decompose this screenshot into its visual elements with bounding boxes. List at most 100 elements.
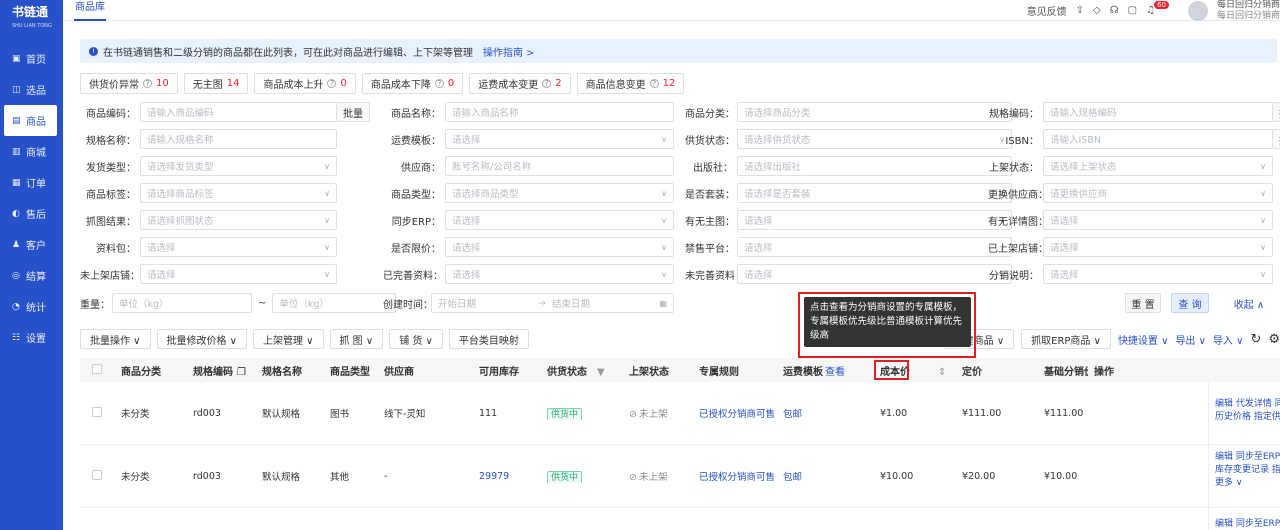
chip-count: 2	[555, 78, 562, 89]
filter-select[interactable]: 请选择上架状态 ∨	[1043, 156, 1273, 176]
reset-button[interactable]: 重 置	[1125, 293, 1161, 313]
filter-select[interactable]: 请选择商品标签 ∨	[140, 183, 337, 203]
row-checkbox[interactable]	[92, 406, 102, 417]
filter-input[interactable]: 请输入ISBN	[1043, 129, 1273, 149]
filter-select[interactable]: 请选择商品类型 ∨	[445, 183, 674, 203]
operation-links[interactable]: 编辑 代发详情 同步至ERP	[1209, 398, 1280, 411]
query-button[interactable]: 查 询	[1171, 293, 1209, 313]
filter-select[interactable]: 请选择商品分类 ∨	[737, 102, 1012, 122]
cell-value[interactable]: 包邮	[783, 472, 802, 483]
filter-select[interactable]: 请选择供货状态 ∨	[737, 129, 1012, 149]
filter-select[interactable]: 请选择 ∨	[1043, 210, 1273, 230]
sidebar-item-5[interactable]: ◐ 售后	[0, 198, 63, 229]
filter-select[interactable]: 请选择 ∨	[737, 210, 1012, 230]
cell-value[interactable]: 已授权分销商可售	[699, 409, 775, 420]
placeholder: 请选择	[1050, 243, 1079, 254]
bulk-button[interactable]: 批量	[1273, 102, 1280, 122]
filter-chip[interactable]: 运费成本变更? 2	[469, 73, 571, 94]
operation-links[interactable]: 历史价格 指定供应商 更多 ∨	[1209, 411, 1280, 424]
cell-value: 默认规格	[262, 409, 301, 420]
sidebar-item-4[interactable]: ▦ 订单	[0, 167, 63, 198]
sidebar-item-9[interactable]: ☷ 设置	[0, 322, 63, 353]
tab-product-library[interactable]: 商品库	[74, 0, 106, 21]
sort-icon[interactable]: ⇕	[938, 367, 946, 378]
filter-input[interactable]: 请输入规格编码	[1043, 102, 1273, 122]
filter-input[interactable]: 请输入商品编码	[140, 102, 337, 122]
toolbar-button[interactable]: 上架管理 ∨	[253, 329, 324, 349]
operation-links[interactable]: 库存变更记录 指定供应商	[1209, 464, 1280, 477]
weight-to-input[interactable]: 单位（kg）	[272, 293, 397, 313]
sidebar-item-0[interactable]: ▣ 首页	[0, 43, 63, 74]
filter-select[interactable]: 请选择抓图状态 ∨	[140, 210, 337, 230]
filter-input[interactable]: 请输入规格名称	[140, 129, 337, 149]
filter-select[interactable]: 请选择 ∨	[1043, 237, 1273, 257]
filter-select[interactable]: 请选择 ∨	[737, 264, 1012, 284]
sidebar-item-6[interactable]: ♟ 客户	[0, 229, 63, 260]
cell-value: 未上架	[638, 472, 668, 483]
filter-select[interactable]: 请选择 ∨	[1043, 264, 1273, 284]
refresh-icon[interactable]: ↻	[1250, 332, 1261, 347]
collapse-link[interactable]: 收起 ∧	[1227, 293, 1271, 313]
guide-link[interactable]: 操作指南 >	[483, 44, 535, 59]
view-template-link[interactable]: 查看	[825, 367, 845, 378]
sidebar-item-1[interactable]: ◫ 选品	[0, 74, 63, 105]
toolbar-button[interactable]: 抓 图 ∨	[329, 329, 384, 349]
filter-chip[interactable]: 商品成本下降? 0	[361, 73, 464, 94]
copy-icon[interactable]: ❐	[237, 367, 246, 378]
sidebar-item-7[interactable]: ◎ 结算	[0, 260, 63, 291]
sidebar-item-8[interactable]: ◔ 统计	[0, 291, 63, 322]
filter-select[interactable]: 请选择是否套装 ∨	[737, 183, 1012, 203]
filter-select[interactable]: 请选择发货类型 ∨	[140, 156, 337, 176]
sidebar-item-label: 设置	[26, 334, 46, 345]
toolbar-button[interactable]: 铺 货 ∨	[389, 329, 443, 349]
filter-select[interactable]: 请选择 ∨	[445, 210, 674, 230]
filter-select[interactable]: 请选择 ∨	[445, 264, 674, 284]
cell-value[interactable]: 已授权分销商可售	[699, 472, 775, 483]
bulk-button[interactable]: 批量	[1273, 129, 1280, 149]
sidebar-item-3[interactable]: ▥ 商城	[0, 136, 63, 167]
weight-from-input[interactable]: 单位（kg）	[112, 293, 252, 313]
nav-icon: ▥	[12, 146, 21, 157]
filter-select[interactable]: 请选择出版社 ∨	[737, 156, 1012, 176]
headset-icon[interactable]: ☊	[1110, 5, 1119, 16]
filter-input[interactable]: 账号名称/公司名称	[445, 156, 674, 176]
fetch-erp-button[interactable]: 抓取ERP商品 ∨	[1021, 329, 1111, 349]
feedback-link[interactable]: 意见反馈	[1027, 3, 1067, 18]
filter-icon[interactable]: ▼	[597, 367, 605, 378]
export-link[interactable]: 导出 ∨	[1175, 332, 1206, 347]
filter-select[interactable]: 请选择 ∨	[140, 264, 337, 284]
avatar[interactable]	[1187, 0, 1208, 21]
select-all-checkbox[interactable]	[92, 363, 102, 374]
filter-chip[interactable]: 商品信息变更? 12	[576, 73, 685, 94]
operations-cell: 编辑 代发详情 同步至ERP历史价格 指定供应商 更多 ∨	[1208, 382, 1280, 444]
placeholder: 请更换供应商	[1050, 189, 1108, 200]
operation-links[interactable]: 编辑 同步至ERP 历史价格	[1209, 451, 1280, 464]
gear-icon[interactable]: ⚙	[1268, 332, 1280, 347]
filter-chip[interactable]: 无主图 14	[183, 73, 249, 94]
cell-value[interactable]: 29979	[479, 471, 509, 482]
toolbar-button[interactable]: 批量操作 ∨	[80, 329, 151, 349]
filter-chip[interactable]: 商品成本上升? 0	[254, 73, 356, 94]
filter-select[interactable]: 请选择 ∨	[445, 129, 674, 149]
filter-select[interactable]: 请选择 ∨	[445, 237, 674, 257]
filter-select[interactable]: 请选择 ∨	[140, 237, 337, 257]
filter-select[interactable]: 请更换供应商 ∨	[1043, 183, 1273, 203]
filter-select[interactable]: 请选择 ∨	[737, 237, 1012, 257]
quick-settings-link[interactable]: 快捷设置 ∨	[1118, 332, 1169, 347]
document-icon[interactable]: ▢	[1128, 5, 1137, 16]
date-range-input[interactable]: 开始日期 → 结束日期 ▦	[431, 293, 674, 313]
bulk-button[interactable]: 批量	[337, 102, 370, 122]
filter-input[interactable]: 请输入商品名称	[445, 102, 674, 122]
filter-chip[interactable]: 供货价异常? 10	[80, 73, 178, 94]
operation-links[interactable]: 更多 ∨	[1209, 477, 1280, 490]
tag-icon[interactable]: ◇	[1093, 5, 1101, 16]
cell-value[interactable]: 包邮	[783, 409, 802, 420]
operation-links[interactable]: 编辑 同步至ERP 历史价格	[1209, 516, 1280, 529]
row-checkbox[interactable]	[92, 469, 102, 480]
cell-value: 图书	[330, 409, 350, 420]
toolbar-button[interactable]: 平台类目映射	[448, 329, 529, 349]
import-link[interactable]: 导入 ∨	[1213, 332, 1244, 347]
upload-icon[interactable]: ⇪	[1076, 5, 1084, 16]
toolbar-button[interactable]: 批量修改价格 ∨	[156, 329, 247, 349]
sidebar-item-2[interactable]: ▤ 商品	[4, 105, 57, 136]
